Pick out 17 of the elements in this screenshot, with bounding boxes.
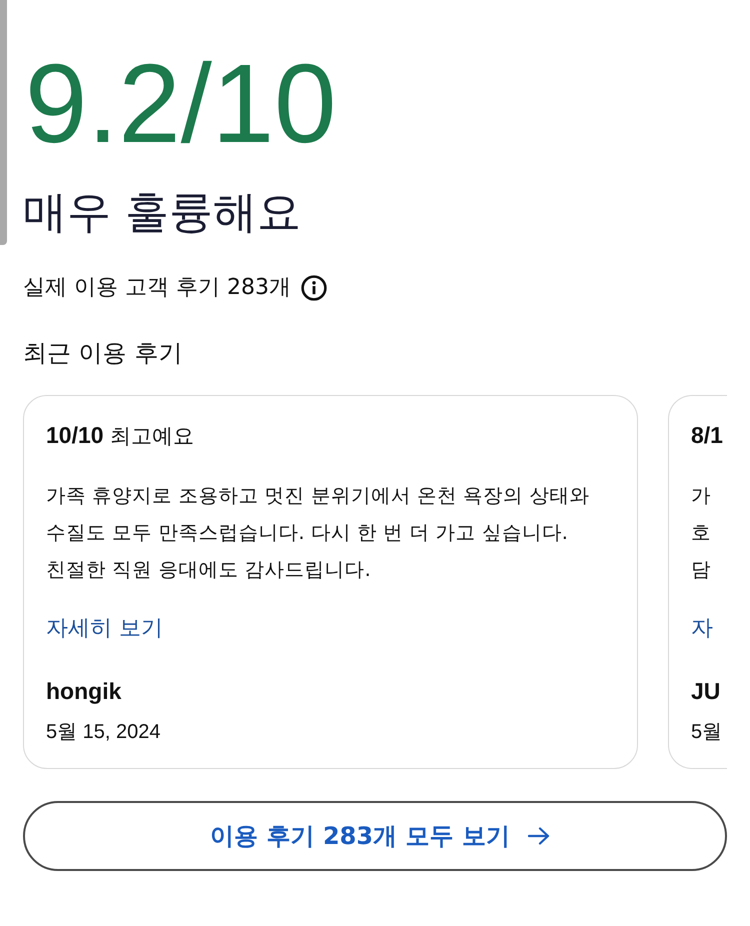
reviewer-name: JU xyxy=(691,677,720,706)
review-title: 8/1 xyxy=(691,421,723,450)
arrow-right-icon xyxy=(528,827,550,845)
score-value: 9.2/10 xyxy=(25,48,336,160)
rating-label: 매우 훌륭해요 xyxy=(23,186,301,240)
review-date: 5월 xyxy=(691,720,722,745)
section-title: 최근 이용 후기 xyxy=(23,338,182,369)
review-title: 10/10 최고예요 xyxy=(46,421,194,450)
review-text: 가족 휴양지로 조용하고 멋진 분위기에서 온천 욕장의 상태와 수질도 모두 만족스럽습니다. 다시 한 번 더 가고 싶습니다. 친절한 직원 응대에도 감사드립니다. xyxy=(46,483,590,583)
review-text: 가 호 담 xyxy=(691,483,711,583)
reviewer-name: hongik xyxy=(46,677,122,706)
info-icon[interactable] xyxy=(300,275,327,301)
read-more-link[interactable]: 자세히 보기 xyxy=(46,614,163,644)
review-count: 실제 이용 고객 후기 283개 xyxy=(23,274,291,302)
all-reviews-button[interactable]: 이용 후기 283개 모두 보기 xyxy=(23,801,727,871)
read-more-link[interactable]: 자 xyxy=(691,614,713,644)
review-date: 5월 15, 2024 xyxy=(46,720,161,745)
